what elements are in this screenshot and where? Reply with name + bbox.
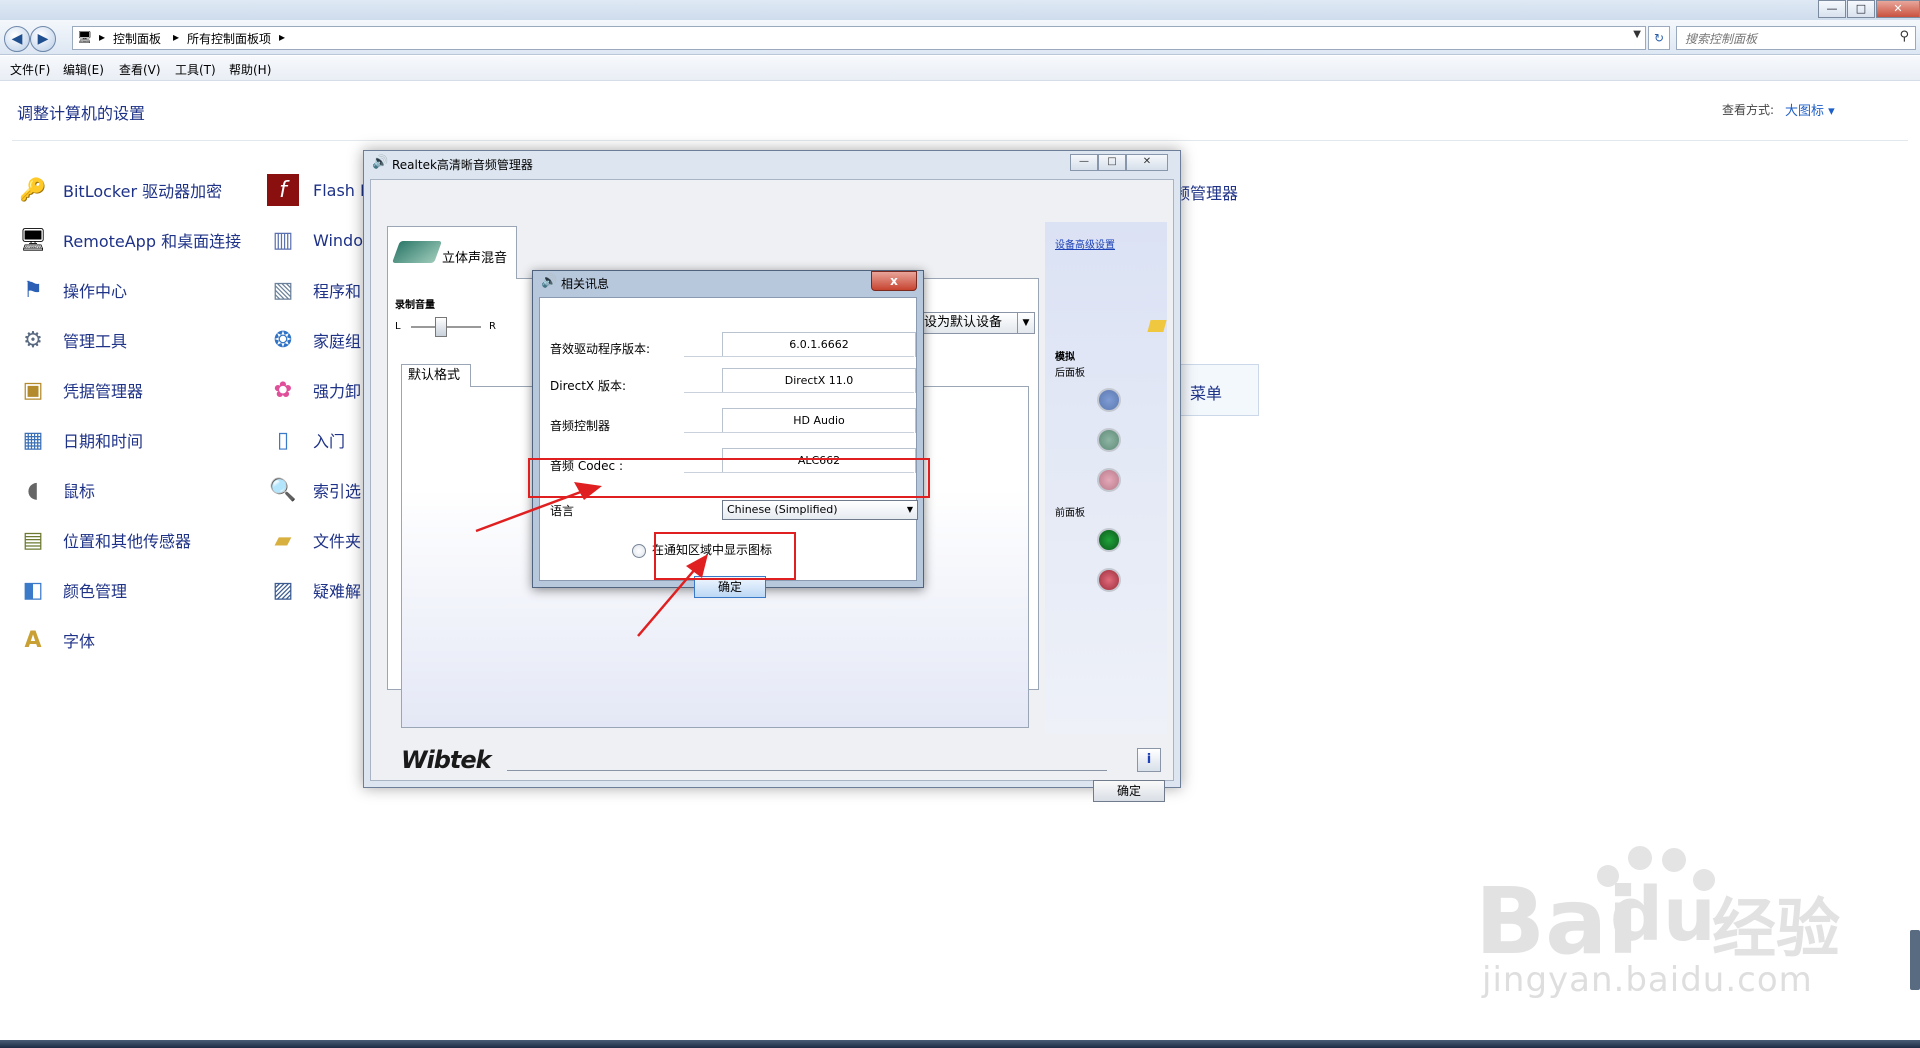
arrow-to-language bbox=[475, 482, 602, 533]
watermark-brand-du: du bbox=[1610, 872, 1716, 958]
watermark-cn: 经验 bbox=[1712, 893, 1840, 967]
watermark-url: jingyan.baidu.com bbox=[1482, 960, 1813, 1000]
scroll-handle[interactable] bbox=[1910, 930, 1920, 990]
taskbar bbox=[0, 1040, 1920, 1048]
arrow-to-ok bbox=[637, 554, 708, 637]
